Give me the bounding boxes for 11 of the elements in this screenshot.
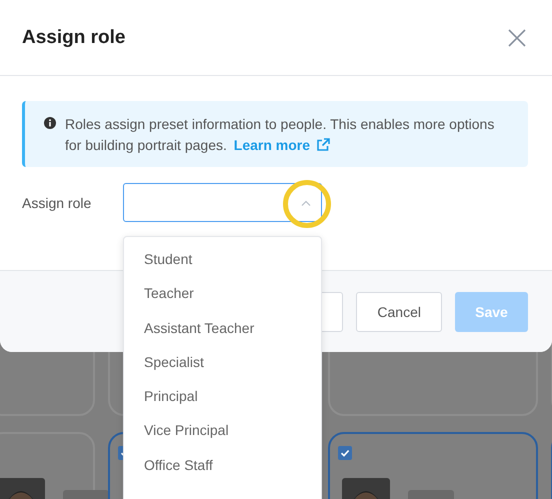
menu-option[interactable]: Specialist xyxy=(124,344,321,380)
menu-option[interactable]: Student xyxy=(124,242,321,276)
info-text: Roles assign preset information to people. This enables more options for building portrait pages. Learn more xyxy=(65,115,496,155)
field-label: Assign role xyxy=(22,194,92,210)
menu-option[interactable]: Office Staff xyxy=(124,448,321,482)
dialog-title: Assign role xyxy=(22,26,126,48)
menu-option[interactable]: Assistant Teacher xyxy=(124,310,321,345)
cancel-button[interactable]: Cancel xyxy=(356,292,442,332)
menu-option[interactable]: Vice Principal xyxy=(124,413,321,448)
menu-option[interactable]: Teacher xyxy=(124,276,321,311)
menu-option[interactable]: Principal xyxy=(124,379,321,414)
